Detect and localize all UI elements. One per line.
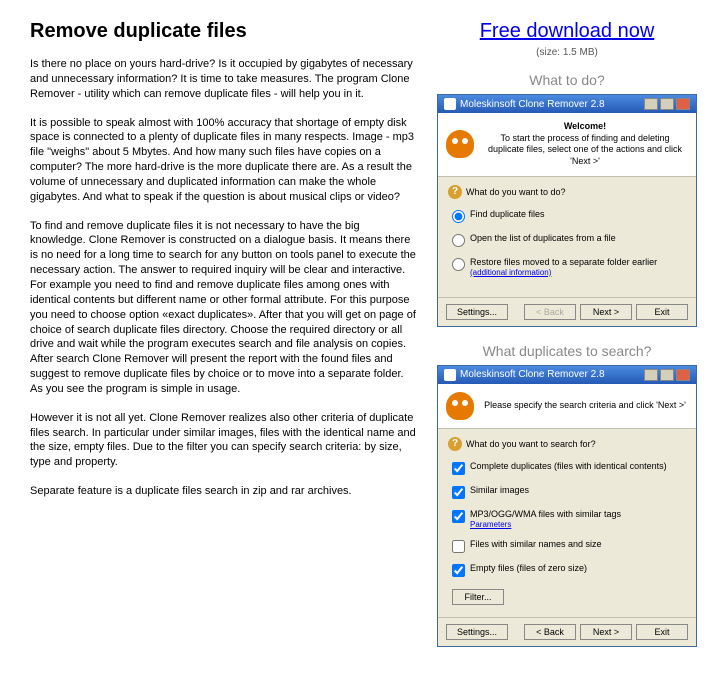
article-column: Remove duplicate files Is there no place…: [30, 20, 417, 663]
check-mp3-tags[interactable]: MP3/OGG/WMA files with similar tags Para…: [452, 509, 682, 529]
filter-button[interactable]: Filter...: [452, 589, 504, 605]
section-title-whatduplicates: What duplicates to search?: [437, 343, 697, 359]
back-button: < Back: [524, 304, 576, 320]
option-label: Files with similar names and size: [470, 539, 602, 549]
paragraph: It is possible to speak almost with 100%…: [30, 116, 417, 205]
title-bar: Moleskinsoft Clone Remover 2.8: [438, 366, 696, 384]
back-button[interactable]: < Back: [524, 624, 576, 640]
paragraph: However it is not all yet. Clone Remover…: [30, 411, 417, 470]
check-complete-duplicates[interactable]: Complete duplicates (files with identica…: [452, 461, 682, 475]
welcome-text: Welcome!: [482, 121, 688, 133]
section-title-whattodo: What to do?: [437, 72, 697, 88]
settings-button[interactable]: Settings...: [446, 624, 508, 640]
mascot-icon: [446, 392, 474, 420]
next-button[interactable]: Next >: [580, 304, 632, 320]
exit-button[interactable]: Exit: [636, 624, 688, 640]
radio-input[interactable]: [452, 258, 465, 271]
close-icon[interactable]: [676, 369, 690, 381]
question-text: What do you want to do?: [466, 187, 566, 197]
check-similar-images[interactable]: Similar images: [452, 485, 682, 499]
wizard-window-2: Moleskinsoft Clone Remover 2.8 Please sp…: [437, 365, 697, 647]
option-label: MP3/OGG/WMA files with similar tags Para…: [470, 509, 621, 529]
checkbox-input[interactable]: [452, 540, 465, 553]
checkbox-input[interactable]: [452, 462, 465, 475]
option-label: Find duplicate files: [470, 209, 545, 219]
app-icon: [444, 369, 456, 381]
question-icon: ?: [448, 437, 462, 451]
parameters-link[interactable]: Parameters: [470, 520, 511, 529]
window-title: Moleskinsoft Clone Remover 2.8: [460, 369, 605, 380]
option-label: Complete duplicates (files with identica…: [470, 461, 667, 471]
option-label: Empty files (files of zero size): [470, 563, 587, 573]
wizard-header: Welcome! To start the process of finding…: [438, 113, 696, 177]
close-icon[interactable]: [676, 98, 690, 110]
checkbox-input[interactable]: [452, 486, 465, 499]
settings-button[interactable]: Settings...: [446, 304, 508, 320]
question-text: What do you want to search for?: [466, 439, 596, 449]
radio-input[interactable]: [452, 234, 465, 247]
minimize-icon[interactable]: [644, 369, 658, 381]
additional-info-link[interactable]: (additional information): [470, 268, 551, 277]
download-size: (size: 1.5 MB): [437, 47, 697, 58]
intro-text: Please specify the search criteria and c…: [484, 400, 686, 410]
check-empty-files[interactable]: Empty files (files of zero size): [452, 563, 682, 577]
sidebar-column: Free download now (size: 1.5 MB) What to…: [437, 20, 697, 663]
check-similar-name-size[interactable]: Files with similar names and size: [452, 539, 682, 553]
app-icon: [444, 98, 456, 110]
download-link[interactable]: Free download now: [437, 20, 697, 43]
page-heading: Remove duplicate files: [30, 20, 417, 43]
wizard-header: Please specify the search criteria and c…: [438, 384, 696, 429]
next-button[interactable]: Next >: [580, 624, 632, 640]
option-label: Similar images: [470, 485, 529, 495]
title-bar: Moleskinsoft Clone Remover 2.8: [438, 95, 696, 113]
paragraph: To find and remove duplicate files it is…: [30, 219, 417, 397]
minimize-icon[interactable]: [644, 98, 658, 110]
option-label: Restore files moved to a separate folder…: [470, 257, 657, 277]
wizard-window-1: Moleskinsoft Clone Remover 2.8 Welcome! …: [437, 94, 697, 327]
option-open-list[interactable]: Open the list of duplicates from a file: [452, 233, 682, 247]
mascot-icon: [446, 130, 474, 158]
option-label: Open the list of duplicates from a file: [470, 233, 616, 243]
paragraph: Separate feature is a duplicate files se…: [30, 484, 417, 499]
question-icon: ?: [448, 185, 462, 199]
exit-button[interactable]: Exit: [636, 304, 688, 320]
maximize-icon[interactable]: [660, 369, 674, 381]
option-restore[interactable]: Restore files moved to a separate folder…: [452, 257, 682, 277]
checkbox-input[interactable]: [452, 510, 465, 523]
checkbox-input[interactable]: [452, 564, 465, 577]
option-find-duplicates[interactable]: Find duplicate files: [452, 209, 682, 223]
window-title: Moleskinsoft Clone Remover 2.8: [460, 99, 605, 110]
maximize-icon[interactable]: [660, 98, 674, 110]
radio-input[interactable]: [452, 210, 465, 223]
intro-text: To start the process of finding and dele…: [488, 133, 682, 166]
paragraph: Is there no place on yours hard-drive? I…: [30, 57, 417, 102]
